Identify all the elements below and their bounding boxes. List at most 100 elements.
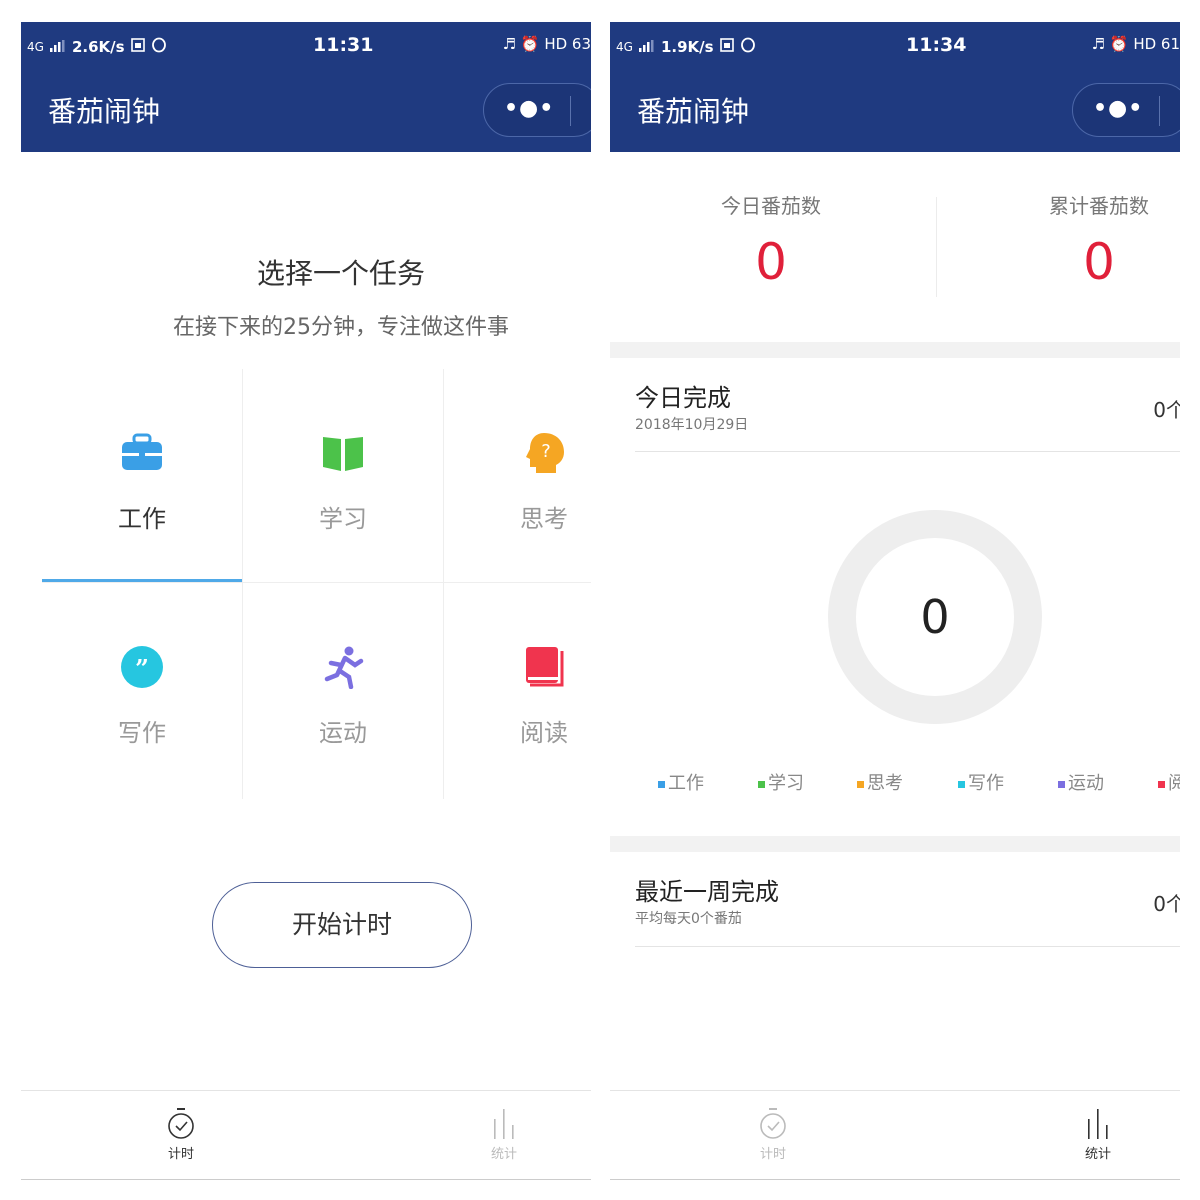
task-exercise[interactable]: 运动 bbox=[243, 583, 443, 795]
tomato-summary: 今日番茄数 0 累计番茄数 0 bbox=[610, 152, 1180, 342]
tab-label: 计时 bbox=[167, 1147, 194, 1162]
svg-text:?: ? bbox=[541, 441, 551, 462]
reading-book-icon bbox=[522, 645, 566, 689]
stat-value: 0 bbox=[1083, 233, 1115, 291]
mute-icon: ♬ bbox=[1091, 35, 1106, 53]
legend-label: 思考 bbox=[867, 773, 903, 794]
donut-center-value: 0 bbox=[920, 590, 950, 644]
stat-label: 今日番茄数 bbox=[721, 194, 821, 218]
mute-icon: ♬ bbox=[502, 35, 517, 53]
tab-timer[interactable]: 计时 bbox=[121, 1099, 241, 1169]
hd-wifi-battery: HD 63 bbox=[544, 35, 591, 53]
alarm-icon: ⏰ bbox=[520, 35, 540, 53]
week-done-sub: 平均每天0个番茄 bbox=[635, 911, 742, 927]
task-study[interactable]: 学习 bbox=[243, 369, 443, 581]
legend-label: 工作 bbox=[668, 773, 704, 794]
network-indicator: 4G bbox=[616, 40, 633, 54]
task-subheading: 在接下来的25分钟，专注做这件事 bbox=[173, 315, 509, 340]
total-tomatoes: 累计番茄数 0 bbox=[974, 190, 1180, 291]
running-icon bbox=[321, 645, 365, 690]
network-speed: 1.9K/s bbox=[660, 38, 714, 56]
legend-swatch bbox=[658, 780, 665, 788]
briefcase-icon bbox=[120, 431, 164, 475]
more-icon[interactable]: •●• bbox=[1093, 96, 1143, 121]
qq-icon bbox=[740, 37, 756, 57]
task-label: 学习 bbox=[319, 505, 367, 533]
start-timer-button[interactable]: 开始计时 bbox=[212, 882, 472, 968]
legend-swatch bbox=[1158, 780, 1165, 788]
legend-label: 阅 bbox=[1168, 773, 1180, 794]
today-done-count: 0个 bbox=[1153, 398, 1180, 422]
tab-label: 计时 bbox=[759, 1147, 786, 1162]
status-icons: ♬ ⏰ HD 63 bbox=[503, 35, 591, 53]
stopwatch-icon bbox=[756, 1107, 790, 1141]
task-label: 阅读 bbox=[520, 719, 568, 747]
capsule-divider bbox=[1159, 96, 1160, 126]
legend-swatch bbox=[958, 780, 965, 788]
network-speed: 2.6K/s bbox=[71, 38, 125, 56]
bar-chart-icon bbox=[487, 1107, 521, 1141]
tab-stats[interactable]: 统计 bbox=[1038, 1099, 1158, 1169]
legend-item-think: 思考 bbox=[857, 769, 903, 795]
stat-value: 0 bbox=[755, 233, 787, 291]
quote-icon: ” bbox=[120, 645, 164, 689]
legend-item-study: 学习 bbox=[758, 769, 804, 795]
task-label: 运动 bbox=[319, 719, 367, 747]
task-read[interactable]: 阅读 bbox=[444, 583, 591, 795]
legend-item-read: 阅 bbox=[1158, 769, 1180, 795]
clock-time: 11:31 bbox=[313, 34, 374, 56]
task-write[interactable]: ” 写作 bbox=[42, 583, 242, 795]
stopwatch-icon bbox=[164, 1107, 198, 1141]
section-gap bbox=[610, 836, 1180, 852]
task-work[interactable]: 工作 bbox=[42, 369, 242, 582]
tab-stats[interactable]: 统计 bbox=[444, 1099, 564, 1169]
today-done-date: 2018年10月29日 bbox=[635, 417, 749, 433]
active-underline bbox=[42, 579, 242, 582]
legend-swatch bbox=[1058, 780, 1065, 788]
week-done-count: 0个 bbox=[1153, 892, 1180, 916]
page-title: 番茄闹钟 bbox=[48, 95, 161, 128]
legend-label: 运动 bbox=[1068, 773, 1104, 794]
book-icon bbox=[321, 431, 365, 475]
status-icons: ♬ ⏰ HD 61 bbox=[1092, 35, 1180, 53]
legend-item-work: 工作 bbox=[658, 769, 704, 795]
timer-screen: 4G 2.6K/s 11:31 ♬ ⏰ HD 63 番茄闹钟 •●• 选择一个任… bbox=[21, 22, 591, 1180]
more-icon[interactable]: •●• bbox=[504, 96, 554, 121]
nav-bar: 番茄闹钟 •●• bbox=[610, 70, 1180, 152]
section-gap bbox=[610, 342, 1180, 358]
tab-label: 统计 bbox=[490, 1147, 517, 1162]
signal-bars-icon bbox=[49, 38, 66, 56]
signal-bars-icon bbox=[638, 38, 655, 56]
task-label: 思考 bbox=[520, 505, 568, 533]
task-heading: 选择一个任务 bbox=[256, 257, 425, 290]
network-indicator: 4G bbox=[27, 40, 44, 54]
bar-chart-icon bbox=[1081, 1107, 1115, 1141]
section-divider bbox=[635, 946, 1180, 947]
today-tomatoes: 今日番茄数 0 bbox=[646, 190, 896, 291]
menu-capsule[interactable]: •●• bbox=[483, 83, 591, 137]
legend-label: 学习 bbox=[768, 773, 804, 794]
legend-item-write: 写作 bbox=[958, 769, 1004, 795]
clock-time: 11:34 bbox=[906, 34, 967, 56]
hd-wifi-battery: HD 61 bbox=[1133, 35, 1180, 53]
legend-swatch bbox=[758, 780, 765, 788]
legend-swatch bbox=[857, 780, 864, 788]
legend-label: 写作 bbox=[968, 773, 1004, 794]
tab-timer[interactable]: 计时 bbox=[713, 1099, 833, 1169]
capsule-divider bbox=[570, 96, 571, 126]
stat-label: 累计番茄数 bbox=[1049, 194, 1149, 218]
task-think[interactable]: ? 思考 bbox=[444, 369, 591, 581]
qq-icon bbox=[151, 37, 167, 57]
menu-capsule[interactable]: •●• bbox=[1072, 83, 1180, 137]
task-label: 工作 bbox=[118, 505, 166, 533]
tab-bar: 计时 统计 bbox=[21, 1090, 591, 1180]
chart-legend: 工作 学习 思考 写作 运动 阅 bbox=[610, 769, 1180, 799]
section-divider bbox=[635, 451, 1180, 452]
today-done-title: 今日完成 bbox=[635, 384, 731, 412]
tab-bar: 计时 统计 bbox=[610, 1090, 1180, 1180]
sim-icon bbox=[719, 38, 734, 56]
tab-label: 统计 bbox=[1084, 1147, 1111, 1162]
status-bar: 4G 2.6K/s 11:31 ♬ ⏰ HD 63 bbox=[21, 22, 591, 70]
status-bar: 4G 1.9K/s 11:34 ♬ ⏰ HD 61 bbox=[610, 22, 1180, 70]
alarm-icon: ⏰ bbox=[1109, 35, 1129, 53]
